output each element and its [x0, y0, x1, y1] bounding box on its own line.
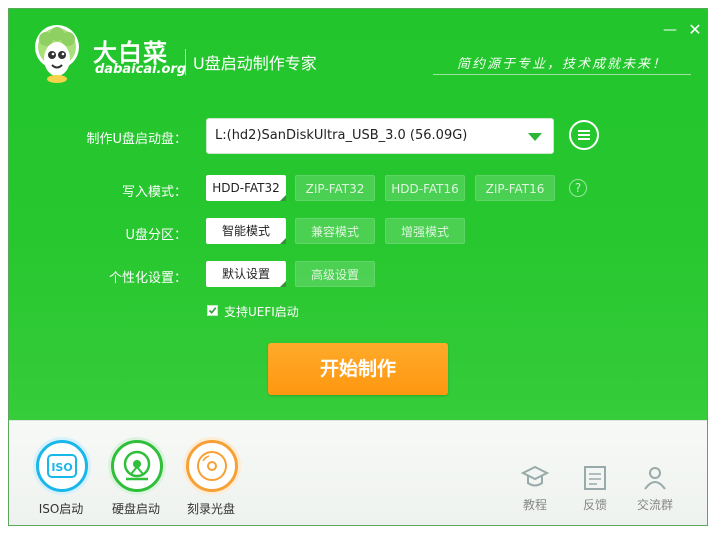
write-mode-label: 写入模式：: [121, 185, 187, 200]
menu-icon[interactable]: [569, 120, 599, 150]
slogan-underline: [433, 74, 691, 75]
uefi-label[interactable]: 支持UEFI启动: [224, 303, 299, 320]
group-link[interactable]: 交流群: [625, 496, 685, 513]
hard-disk-icon: [123, 450, 151, 481]
personalize-default[interactable]: 默认设置: [206, 261, 286, 287]
iso-boot-button[interactable]: ISO: [36, 440, 88, 492]
iso-icon: ISO: [47, 454, 77, 478]
minimize-button[interactable]: —: [661, 21, 679, 39]
feedback-icon[interactable]: [581, 463, 609, 493]
start-button[interactable]: 开始制作: [268, 343, 448, 395]
personalize-label: 个性化设置：: [108, 271, 187, 286]
tutorial-icon[interactable]: [521, 463, 549, 493]
write-mode-hdd-fat32[interactable]: HDD-FAT32: [206, 175, 286, 201]
app-window: 大白菜 dabaicai.org U盘启动制作专家 简约源于专业，技术成就未来！…: [8, 8, 708, 526]
partition-smart-mode[interactable]: 智能模式: [206, 218, 286, 244]
partition-label: U盘分区：: [125, 228, 187, 243]
drive-label: 制作U盘启动盘：: [86, 132, 187, 147]
write-mode-zip-fat16[interactable]: ZIP-FAT16: [475, 175, 555, 201]
main-panel: 大白菜 dabaicai.org U盘启动制作专家 简约源于专业，技术成就未来！…: [9, 9, 707, 420]
personalize-advanced[interactable]: 高级设置: [295, 261, 375, 287]
partition-compatible-mode[interactable]: 兼容模式: [295, 218, 375, 244]
drive-select-value: L:(hd2)SanDiskUltra_USB_3.0 (56.09G): [215, 128, 468, 143]
cabbage-logo-icon: [35, 25, 79, 83]
slogan: 简约源于专业，技术成就未来！: [456, 57, 667, 72]
help-icon[interactable]: ?: [569, 179, 587, 197]
tutorial-link[interactable]: 教程: [505, 496, 565, 513]
iso-boot-label[interactable]: ISO启动: [21, 500, 101, 517]
close-button[interactable]: ✕: [686, 21, 704, 39]
app-title: U盘启动制作专家: [193, 54, 317, 73]
feedback-link[interactable]: 反馈: [565, 496, 625, 513]
footer-toolbar: ISO ISO启动 硬盘启动 刻录光盘 教程 反馈 交流群: [9, 420, 707, 525]
svg-text:ISO: ISO: [51, 461, 72, 474]
disc-icon: [197, 451, 227, 481]
dropdown-arrow-icon[interactable]: [528, 133, 542, 141]
burn-disc-label[interactable]: 刻录光盘: [171, 500, 251, 517]
burn-disc-button[interactable]: [186, 440, 238, 492]
brand-domain: dabaicai.org: [95, 62, 187, 77]
write-mode-zip-fat32[interactable]: ZIP-FAT32: [295, 175, 375, 201]
hard-disk-boot-button[interactable]: [111, 440, 163, 492]
uefi-checkbox[interactable]: [207, 305, 218, 316]
title-divider: [185, 49, 186, 75]
group-icon[interactable]: [641, 463, 669, 493]
hard-disk-boot-label[interactable]: 硬盘启动: [96, 500, 176, 517]
drive-select[interactable]: L:(hd2)SanDiskUltra_USB_3.0 (56.09G): [206, 118, 554, 154]
write-mode-hdd-fat16[interactable]: HDD-FAT16: [385, 175, 465, 201]
checkmark-icon: [208, 307, 217, 314]
partition-enhanced-mode[interactable]: 增强模式: [385, 218, 465, 244]
